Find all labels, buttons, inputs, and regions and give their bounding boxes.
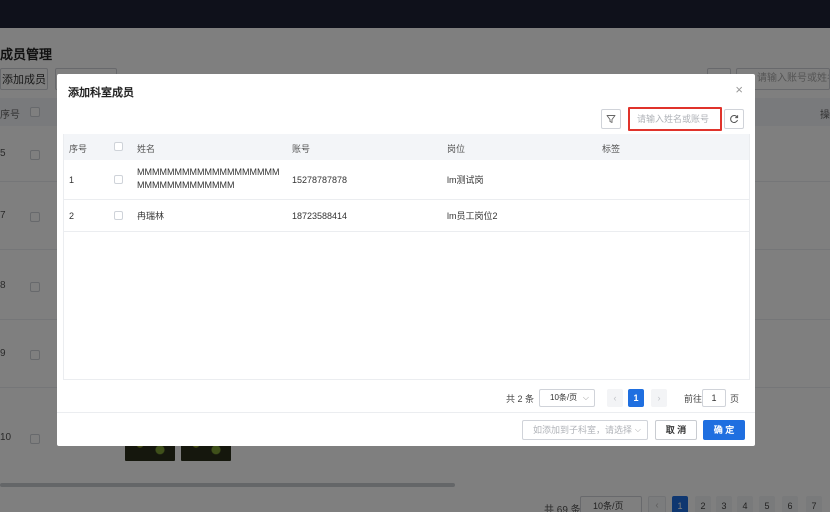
column-account: 账号	[292, 144, 311, 154]
select-all-checkbox[interactable]	[114, 142, 123, 151]
member-name: MMMMMMMMMMMMMMMMMMMMMMMMMMMMMMMM	[137, 167, 280, 190]
chevron-down-icon: ⌵	[634, 425, 641, 434]
member-name: 冉瑞林	[137, 211, 165, 221]
prev-page-button[interactable]: ‹	[607, 389, 623, 407]
refresh-icon	[730, 115, 739, 123]
table-header: 序号 姓名 账号 岗位 标签	[64, 134, 749, 160]
refresh-button[interactable]	[724, 109, 744, 129]
name-account-search-input[interactable]	[628, 107, 722, 131]
dialog-title: 添加科室成员	[68, 87, 134, 99]
column-seq: 序号	[69, 144, 88, 154]
dialog-pagination: 共 2 条 10条/页 ⌵ ‹ 1 › 前往 页	[57, 386, 755, 410]
table-row[interactable]: 2 冉瑞林 18723588414 lm员工岗位2	[64, 200, 749, 232]
row-checkbox[interactable]	[114, 211, 123, 220]
goto-label: 前往	[684, 394, 703, 404]
column-tag: 标签	[602, 144, 621, 154]
column-name: 姓名	[137, 144, 156, 154]
chevron-down-icon: ⌵	[582, 393, 589, 402]
add-department-member-dialog: 添加科室成员 × 搜索 序号 姓名 账号 岗位 标签 1 MMMMMMMMMMM…	[57, 74, 755, 446]
page-size-select[interactable]: 10条/页 ⌵	[539, 389, 595, 407]
member-account: 15278787878	[292, 175, 348, 185]
column-post: 岗位	[447, 144, 466, 154]
footer-divider	[57, 412, 755, 413]
pagination-total: 共 2 条	[506, 394, 535, 404]
member-account: 18723588414	[292, 211, 348, 221]
child-department-select[interactable]: 如添加到子科室，请选择 ⌵	[522, 420, 648, 440]
close-icon[interactable]: ×	[735, 82, 743, 97]
current-page-button[interactable]: 1	[628, 389, 644, 407]
confirm-button[interactable]: 确 定	[703, 420, 745, 440]
member-select-table: 序号 姓名 账号 岗位 标签 1 MMMMMMMMMMMMMMMMMMMMMMM…	[63, 134, 750, 380]
goto-page-input[interactable]	[702, 389, 726, 407]
row-seq: 2	[69, 211, 75, 221]
page-suffix-label: 页	[730, 394, 740, 404]
table-row[interactable]: 1 MMMMMMMMMMMMMMMMMMMMMMMMMMMMMMMM 15278…	[64, 160, 749, 200]
filter-icon	[606, 115, 616, 123]
page-size-value: 10条/页	[550, 393, 578, 402]
member-post: lm测试岗	[447, 175, 484, 185]
next-page-button[interactable]: ›	[651, 389, 667, 407]
row-seq: 1	[69, 175, 75, 185]
member-post: lm员工岗位2	[447, 211, 498, 221]
child-department-placeholder: 如添加到子科室，请选择	[533, 425, 633, 435]
cancel-button[interactable]: 取 消	[655, 420, 697, 440]
row-checkbox[interactable]	[114, 175, 123, 184]
filter-button[interactable]	[601, 109, 621, 129]
